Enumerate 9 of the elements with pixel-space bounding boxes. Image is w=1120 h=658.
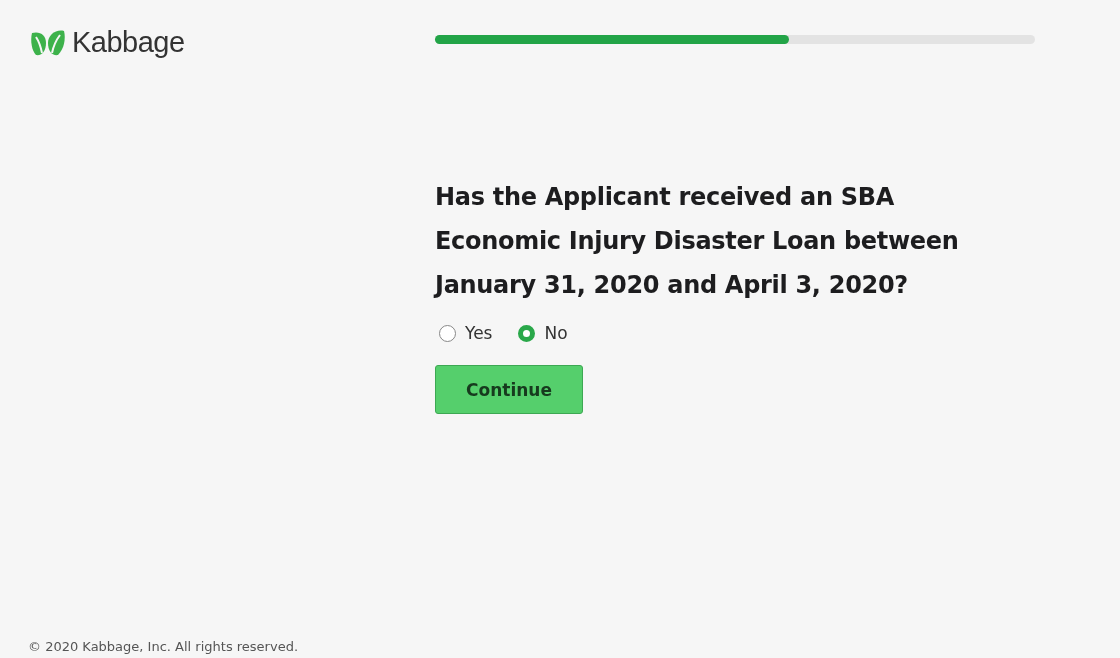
radio-icon[interactable]	[439, 324, 456, 342]
brand-name: Kabbage	[72, 26, 185, 59]
leaf-logo-icon	[30, 28, 66, 57]
radio-option[interactable]: No	[514, 321, 572, 345]
continue-button[interactable]: Continue	[435, 365, 583, 414]
copyright-text: © 2020 Kabbage, Inc. All rights reserved.	[27, 639, 300, 656]
radio-icon[interactable]	[518, 324, 536, 342]
radio-option[interactable]: Yes	[435, 321, 497, 345]
question-heading: Has the Applicant received an SBA Economic Injury Disaster Loan between January 31, 2020 and April 3, 2020?	[435, 182, 960, 301]
